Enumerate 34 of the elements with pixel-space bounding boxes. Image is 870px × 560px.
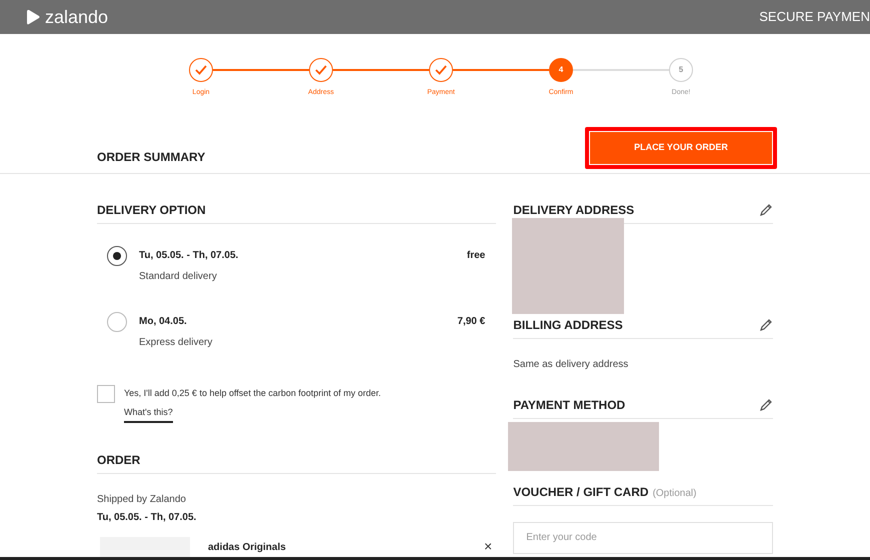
- section-heading: ORDER SUMMARY: [97, 148, 206, 166]
- section-heading: BILLING ADDRESS: [513, 316, 623, 334]
- voucher-code-field[interactable]: Enter your code: [513, 522, 773, 554]
- delivery-type: Express delivery: [139, 336, 214, 350]
- shipped-by-text: Shipped by Zalando: [97, 492, 187, 506]
- section-heading: VOUCHER / GIFT CARD: [513, 484, 649, 500]
- checkbox[interactable]: [97, 384, 115, 402]
- remove-item-button[interactable]: ×: [484, 538, 492, 552]
- edit-pencil-icon[interactable]: [759, 318, 773, 332]
- checkmark-icon: [435, 65, 447, 75]
- header-title: SECURE PAYMEN: [759, 8, 870, 26]
- shipping-date: Tu, 05.05. - Th, 07.05.: [97, 510, 198, 524]
- edit-pencil-icon[interactable]: [759, 202, 773, 216]
- product-brand: adidas Originals: [208, 540, 287, 554]
- radio-button[interactable]: [107, 246, 127, 266]
- carbon-offset-label: Yes, I'll add 0,25 € to help offset the carbon footprint of my order.: [124, 386, 381, 400]
- delivery-date: Tu, 05.05. - Th, 07.05.: [139, 248, 240, 262]
- radio-button[interactable]: [107, 312, 127, 332]
- whats-this-link[interactable]: What's this?: [124, 406, 173, 422]
- section-heading: DELIVERY OPTION: [97, 202, 206, 218]
- optional-hint: (Optional): [652, 486, 696, 500]
- delivery-price: 7,90 €: [457, 314, 486, 328]
- logo-text: zalando: [45, 6, 108, 28]
- delivery-date: Mo, 04.05.: [139, 314, 188, 328]
- section-heading: DELIVERY ADDRESS: [513, 202, 634, 218]
- delivery-price: free: [466, 248, 486, 262]
- edit-pencil-icon[interactable]: [759, 398, 773, 412]
- logo-icon: [25, 9, 41, 25]
- section-heading: PAYMENT METHOD: [513, 396, 626, 414]
- checkmark-icon: [315, 65, 327, 75]
- section-heading: ORDER: [97, 452, 140, 468]
- billing-address-text: Same as delivery address: [513, 358, 630, 372]
- delivery-type: Standard delivery: [139, 270, 218, 284]
- checkmark-icon: [195, 65, 207, 75]
